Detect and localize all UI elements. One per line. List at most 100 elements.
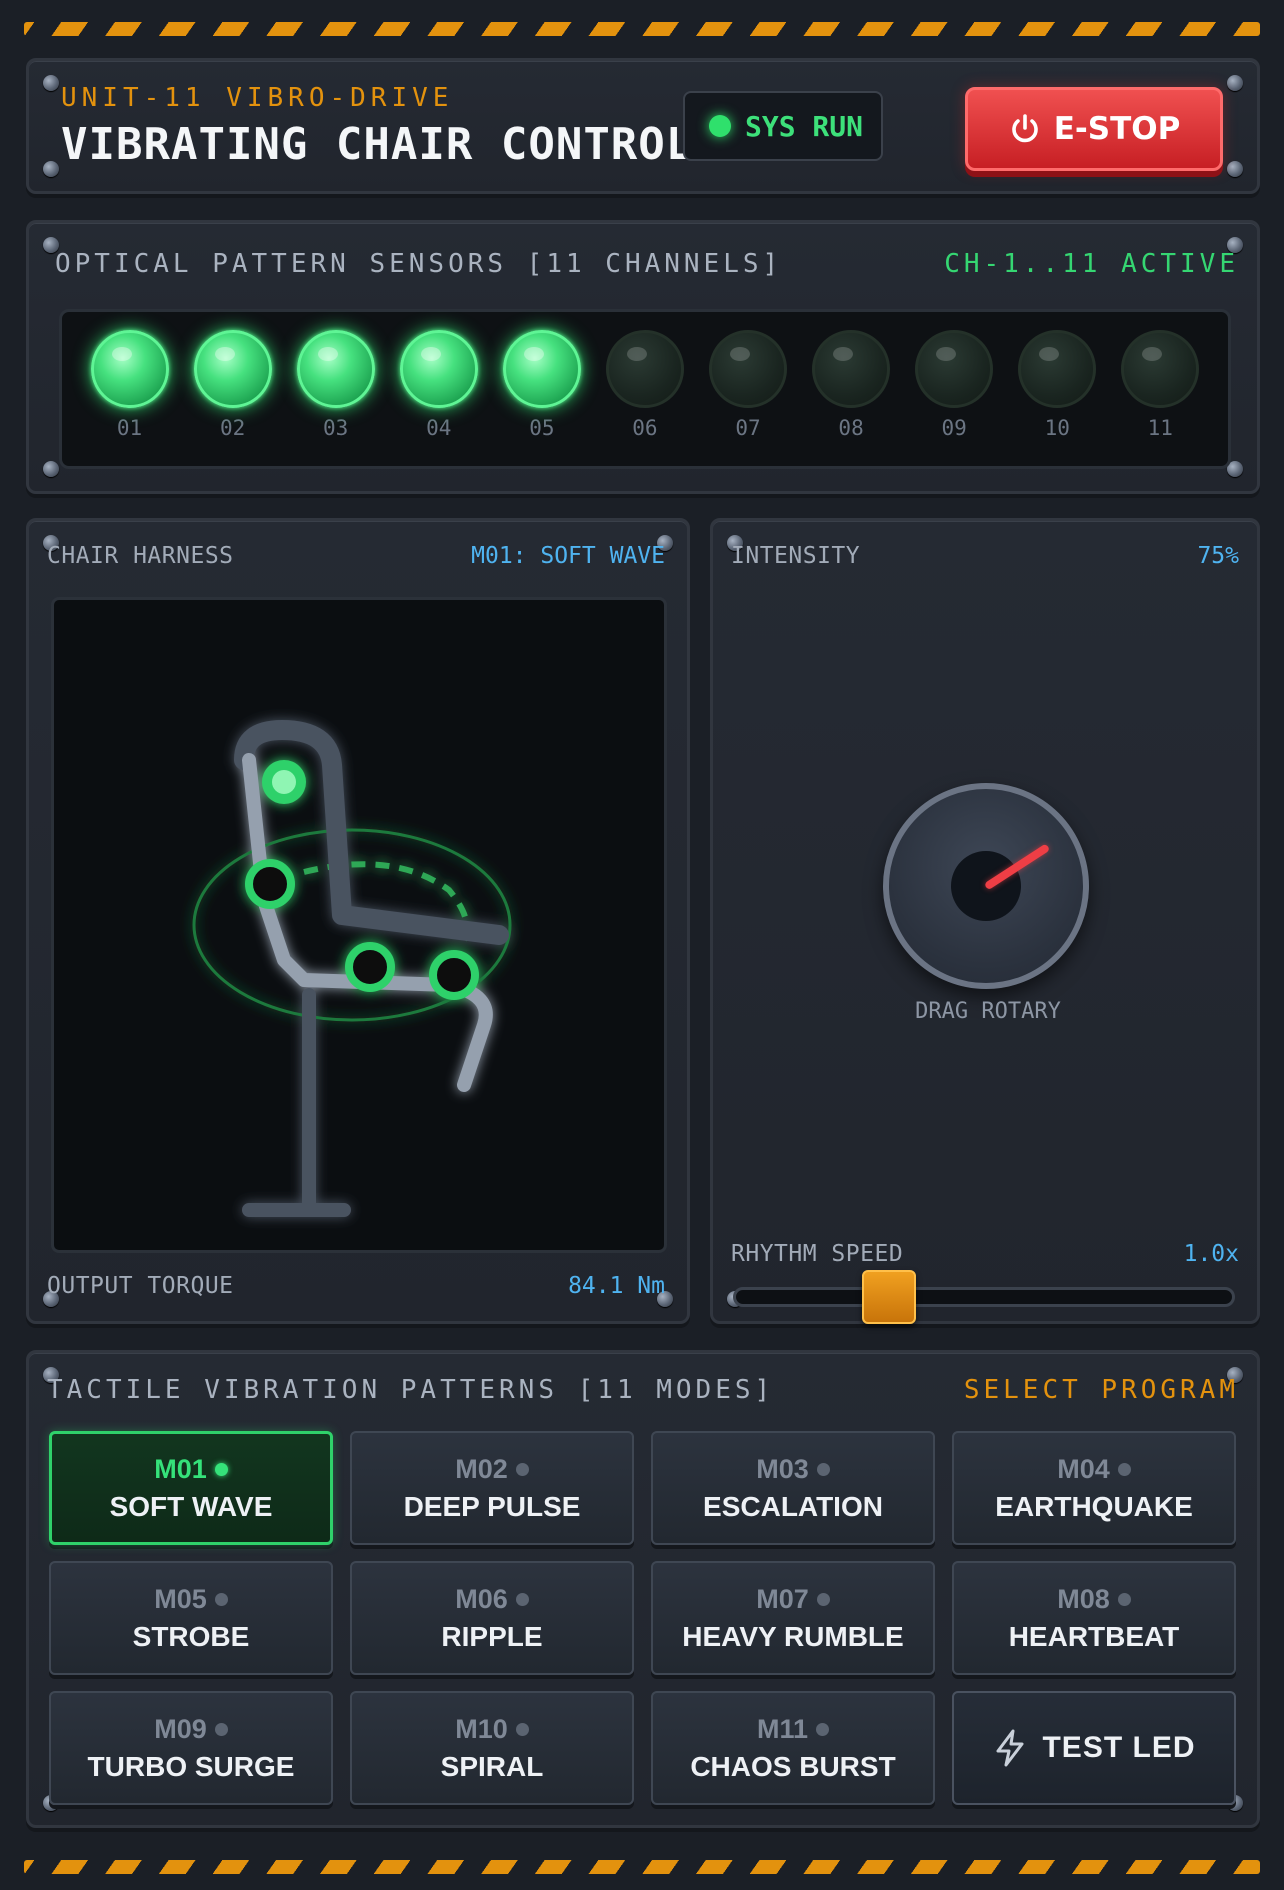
test-led-label: TEST LED bbox=[1042, 1731, 1196, 1764]
power-icon bbox=[1011, 114, 1038, 143]
hazard-stripe-bottom bbox=[24, 1860, 1260, 1874]
system-status-text: SYS RUN bbox=[745, 109, 864, 143]
screw-icon bbox=[43, 161, 59, 177]
mode-button-grid: M01 SOFT WAVE M02 DEEP PULSE M03 ESCALATION M0… bbox=[49, 1431, 1239, 1805]
sensors-status: CH-1..11 ACTIVE bbox=[944, 249, 1239, 279]
dial-caption: DRAG ROTARY bbox=[915, 999, 1061, 1024]
select-program-label: SELECT PROGRAM bbox=[963, 1375, 1239, 1405]
header-panel: UNIT-11 VIBRO-DRIVE VIBRATING CHAIR CONT… bbox=[26, 58, 1260, 194]
sensor-led-icon bbox=[812, 330, 891, 408]
mode-name: HEARTBEAT bbox=[1008, 1620, 1180, 1652]
rhythm-speed-label: RHYTHM SPEED bbox=[731, 1241, 904, 1267]
sensor-channel: 02 bbox=[193, 312, 272, 466]
sensor-led-icon bbox=[193, 330, 272, 408]
mode-code-text: M05 bbox=[154, 1583, 207, 1614]
sensor-channel-number: 04 bbox=[426, 416, 452, 440]
sensor-channel-number: 05 bbox=[529, 416, 555, 440]
status-led-icon bbox=[709, 115, 731, 137]
mode-code: M06 bbox=[455, 1584, 529, 1615]
rhythm-speed-slider[interactable] bbox=[733, 1270, 1235, 1324]
mode-status-dot-icon bbox=[816, 1592, 830, 1606]
mode-code-text: M02 bbox=[455, 1453, 508, 1484]
page-title: VIBRATING CHAIR CONTROL bbox=[61, 119, 694, 170]
screw-icon bbox=[43, 75, 59, 91]
mode-status-dot-icon bbox=[214, 1462, 228, 1476]
sensor-channel: 08 bbox=[812, 312, 891, 466]
mode-name: SOFT WAVE bbox=[109, 1490, 273, 1522]
slider-thumb[interactable] bbox=[862, 1270, 916, 1324]
intensity-value: 75% bbox=[1197, 543, 1239, 569]
mode-button-m05[interactable]: M05 STROBE bbox=[49, 1561, 333, 1675]
mode-name: HEAVY RUMBLE bbox=[682, 1620, 904, 1652]
mode-code-text: M11 bbox=[756, 1713, 809, 1744]
intensity-panel: INTENSITY 75% DRAG ROTARY RHYTHM SPEED 1… bbox=[710, 518, 1260, 1324]
mode-button-m03[interactable]: M03 ESCALATION bbox=[651, 1431, 935, 1545]
sensor-channel-number: 03 bbox=[323, 416, 349, 440]
rotary-dial[interactable] bbox=[883, 783, 1089, 989]
sensor-led-array: 01 02 03 04 05 06 07 08 09 10 11 bbox=[59, 309, 1231, 469]
mode-name: STROBE bbox=[132, 1620, 250, 1652]
mode-code: M11 bbox=[756, 1713, 830, 1745]
mode-button-m01[interactable]: M01 SOFT WAVE bbox=[49, 1431, 333, 1545]
mode-status-dot-icon bbox=[1117, 1592, 1131, 1606]
chair-display bbox=[51, 597, 667, 1253]
mode-code: M07 bbox=[756, 1584, 830, 1615]
sensor-channel-number: 07 bbox=[735, 416, 761, 440]
output-torque-label: OUTPUT TORQUE bbox=[47, 1273, 234, 1299]
sensor-led-icon bbox=[1121, 330, 1200, 408]
mode-status-dot-icon bbox=[515, 1722, 529, 1736]
optical-sensors-panel: OPTICAL PATTERN SENSORS [11 CHANNELS] CH… bbox=[26, 220, 1260, 494]
sensor-led-icon bbox=[605, 330, 684, 408]
mode-code: M08 bbox=[1057, 1584, 1131, 1615]
sensor-channel: 09 bbox=[915, 312, 994, 466]
chair-diagram-icon bbox=[192, 720, 512, 1217]
screw-icon bbox=[1227, 75, 1243, 91]
emergency-stop-button[interactable]: E-STOP bbox=[965, 87, 1223, 171]
mode-status-dot-icon bbox=[214, 1722, 228, 1736]
rhythm-speed-value: 1.0x bbox=[1183, 1241, 1239, 1267]
sensor-channel: 06 bbox=[605, 312, 684, 466]
mode-status-dot-icon bbox=[214, 1592, 228, 1606]
mode-button-m10[interactable]: M10 SPIRAL bbox=[350, 1691, 634, 1805]
mode-code: M01 bbox=[154, 1454, 228, 1485]
system-status-indicator: SYS RUN bbox=[683, 91, 883, 161]
mode-code-text: M08 bbox=[1057, 1583, 1110, 1614]
mode-code: M05 bbox=[154, 1584, 228, 1615]
intensity-rotary-knob[interactable] bbox=[883, 783, 1089, 989]
mode-button-m07[interactable]: M07 HEAVY RUMBLE bbox=[651, 1561, 935, 1675]
mode-name: DEEP PULSE bbox=[403, 1490, 581, 1522]
mode-code-text: M01 bbox=[154, 1453, 207, 1484]
mode-button-m09[interactable]: M09 TURBO SURGE bbox=[49, 1691, 333, 1805]
sensor-channel-number: 11 bbox=[1147, 416, 1173, 440]
mode-status-dot-icon bbox=[816, 1722, 830, 1736]
lightning-bolt-icon bbox=[996, 1729, 1024, 1767]
test-led-button[interactable]: TEST LED bbox=[952, 1691, 1236, 1805]
vibration-patterns-panel: TACTILE VIBRATION PATTERNS [11 MODES] SE… bbox=[26, 1350, 1260, 1828]
mode-name: SPIRAL bbox=[440, 1750, 544, 1782]
hazard-stripe-top bbox=[24, 22, 1260, 36]
sensor-channel: 04 bbox=[399, 312, 478, 466]
output-torque-value: 84.1 Nm bbox=[568, 1273, 665, 1299]
mode-code-text: M07 bbox=[756, 1583, 809, 1614]
mode-code: M04 bbox=[1057, 1454, 1131, 1485]
mode-code: M09 bbox=[154, 1714, 228, 1745]
mode-button-m02[interactable]: M02 DEEP PULSE bbox=[350, 1431, 634, 1545]
sensor-channel-number: 02 bbox=[219, 416, 246, 440]
mode-code-text: M10 bbox=[455, 1713, 508, 1744]
sensor-led-icon bbox=[709, 330, 787, 408]
intensity-label: INTENSITY bbox=[731, 543, 861, 569]
mode-button-m11[interactable]: M11 CHAOS BURST bbox=[651, 1691, 935, 1805]
sensor-channel-number: 08 bbox=[838, 416, 864, 440]
mode-status-dot-icon bbox=[515, 1592, 529, 1606]
mode-button-m04[interactable]: M04 EARTHQUAKE bbox=[952, 1431, 1236, 1545]
sensor-channel-number: 09 bbox=[941, 416, 967, 440]
mode-button-m06[interactable]: M06 RIPPLE bbox=[350, 1561, 634, 1675]
sensor-led-icon bbox=[296, 330, 375, 408]
sensor-led-icon bbox=[90, 330, 169, 408]
mode-code: M02 bbox=[455, 1454, 529, 1485]
sensor-led-icon bbox=[399, 330, 478, 408]
mode-name: CHAOS BURST bbox=[690, 1750, 896, 1782]
sensor-channel: 11 bbox=[1121, 312, 1200, 466]
mode-button-m08[interactable]: M08 HEARTBEAT bbox=[952, 1561, 1236, 1675]
sensors-panel-label: OPTICAL PATTERN SENSORS [11 CHANNELS] bbox=[55, 249, 783, 279]
